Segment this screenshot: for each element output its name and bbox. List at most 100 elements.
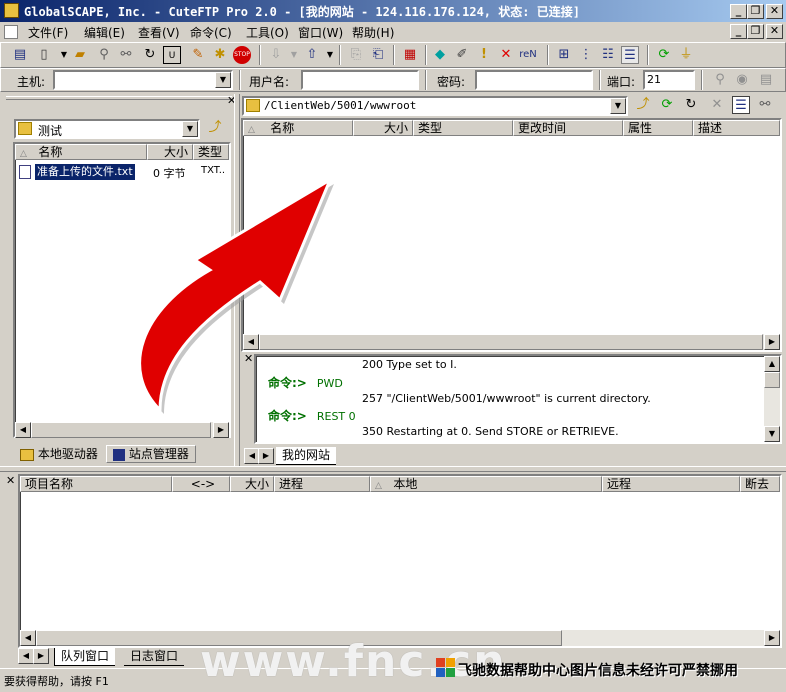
local-up-folder-icon[interactable]: ⤴ xyxy=(206,119,224,137)
inner-close-button[interactable]: ✕ xyxy=(766,24,783,39)
scroll-right-icon[interactable]: ▶ xyxy=(213,422,229,438)
upload-icon[interactable]: ⇧ xyxy=(303,46,321,64)
remote-col-description[interactable]: 描述 xyxy=(693,120,780,136)
scroll-left-icon[interactable]: ◀ xyxy=(20,630,36,646)
password-input[interactable] xyxy=(475,70,593,90)
menu-view[interactable]: 查看(V) xyxy=(138,24,180,41)
large-icons-icon[interactable]: ⊞ xyxy=(555,46,573,64)
filter-icon[interactable]: ⏚ xyxy=(677,46,695,64)
scroll-left-icon[interactable]: ◀ xyxy=(15,422,31,438)
tab-log-window[interactable]: 日志窗口 xyxy=(124,648,185,666)
download-dropdown-icon[interactable]: ▼ xyxy=(285,46,303,64)
remote-stop-icon[interactable]: ✕ xyxy=(708,96,726,114)
scroll-down-icon[interactable]: ▼ xyxy=(764,426,780,442)
reconnect-icon[interactable]: ↻ xyxy=(141,46,159,64)
erase-icon[interactable]: ◆ xyxy=(431,46,449,64)
close-button[interactable]: ✕ xyxy=(766,4,783,19)
queue-tabs-right-icon[interactable]: ▶ xyxy=(33,648,49,664)
local-col-type[interactable]: 类型 xyxy=(193,144,229,160)
remote-col-size[interactable]: 大小 xyxy=(353,120,413,136)
port-input[interactable]: 21 xyxy=(643,70,695,90)
menu-help[interactable]: 帮助(H) xyxy=(352,24,394,41)
local-folder-dropdown-icon[interactable]: ▼ xyxy=(182,121,198,137)
stop-icon[interactable]: STOP xyxy=(233,46,251,64)
transfer-icon[interactable]: ✱ xyxy=(211,46,229,64)
tab-local-drives[interactable]: 本地驱动器 xyxy=(14,446,104,464)
quick-site-icon[interactable]: ▤ xyxy=(757,71,775,89)
menu-edit[interactable]: 编辑(E) xyxy=(84,24,125,41)
remote-disconnect-icon[interactable]: ⚯ xyxy=(756,96,774,114)
log-vscroll-thumb[interactable] xyxy=(764,372,780,388)
remote-view-icon[interactable]: ☰ xyxy=(732,96,750,114)
remote-col-modified[interactable]: 更改时间 xyxy=(513,120,623,136)
details-view-icon[interactable]: ☰ xyxy=(621,46,639,64)
delete-icon[interactable]: ✕ xyxy=(497,46,515,64)
rename-icon[interactable]: ✐ xyxy=(453,46,471,64)
remote-col-type[interactable]: 类型 xyxy=(413,120,513,136)
open-folder-icon[interactable]: ▰ xyxy=(71,46,89,64)
queue-col-item[interactable]: 项目名称 xyxy=(20,476,172,492)
queue-col-direction[interactable]: <-> xyxy=(172,476,230,492)
inner-restore-button[interactable]: ❐ xyxy=(747,24,764,39)
new-icon[interactable]: ▯ xyxy=(35,46,53,64)
remote-col-attributes[interactable]: 属性 xyxy=(623,120,693,136)
menu-command[interactable]: 命令(C) xyxy=(190,24,232,41)
minimize-button[interactable]: _ xyxy=(730,4,747,19)
upload-dropdown-icon[interactable]: ▼ xyxy=(321,46,339,64)
local-col-name[interactable]: △ 名称 xyxy=(15,144,147,160)
scroll-right-icon[interactable]: ▶ xyxy=(764,334,780,350)
queue-col-progress[interactable]: 进程 xyxy=(274,476,370,492)
tab-site-manager[interactable]: 站点管理器 xyxy=(106,445,196,463)
remote-up-folder-icon[interactable]: ⤴ xyxy=(634,96,652,114)
menu-tools[interactable]: 工具(O) xyxy=(246,24,289,41)
rename-ren-icon[interactable]: reN xyxy=(519,46,537,64)
scroll-up-icon[interactable]: ▲ xyxy=(764,356,780,372)
queue-list[interactable]: 项目名称 <-> 大小 进程 △ 本地 远程 断去 ◀ ▶ xyxy=(18,474,782,648)
queue-col-local[interactable]: △ 本地 xyxy=(370,476,602,492)
document-icon[interactable] xyxy=(4,25,18,39)
queue-col-size[interactable]: 大小 xyxy=(230,476,274,492)
local-folder-combo[interactable]: 测试 ▼ xyxy=(14,119,200,139)
quick-disconnect-icon[interactable]: ◉ xyxy=(733,71,751,89)
exclamation-icon[interactable]: ! xyxy=(475,46,493,64)
remote-path-dropdown-icon[interactable]: ▼ xyxy=(610,98,626,114)
paste-icon[interactable]: ⎗ xyxy=(369,46,387,64)
queue-tabs-left-icon[interactable]: ◀ xyxy=(18,648,34,664)
quick-connect-icon[interactable]: ⚲ xyxy=(711,71,729,89)
tabs-scroll-right-icon[interactable]: ▶ xyxy=(258,448,274,464)
username-input[interactable] xyxy=(301,70,419,90)
queue-col-status[interactable]: 断去 xyxy=(740,476,780,492)
local-hscroll[interactable]: ◀ ▶ xyxy=(15,422,229,438)
local-pane-gripper[interactable] xyxy=(6,96,232,100)
disconnect-icon[interactable]: ⚯ xyxy=(117,46,135,64)
local-hscroll-thumb[interactable] xyxy=(31,422,211,438)
host-input[interactable]: ▼ xyxy=(53,70,233,90)
tab-my-site[interactable]: 我的网站 xyxy=(276,447,337,465)
remote-reconnect-icon[interactable]: ↻ xyxy=(682,96,700,114)
menu-window[interactable]: 窗口(W) xyxy=(298,24,343,41)
app-icon[interactable] xyxy=(4,3,19,18)
refresh-icon[interactable]: ⟳ xyxy=(655,46,673,64)
connect-icon[interactable]: ⚲ xyxy=(95,46,113,64)
list-view-icon[interactable]: ☷ xyxy=(599,46,617,64)
queue-close-icon[interactable]: ✕ xyxy=(6,474,15,487)
view-file-icon[interactable]: ▦ xyxy=(401,46,419,64)
inner-minimize-button[interactable]: _ xyxy=(730,24,747,39)
site-manager-icon[interactable]: ▤ xyxy=(11,46,29,64)
remote-col-name[interactable]: △ 名称 xyxy=(243,120,353,136)
url-icon[interactable]: U xyxy=(163,46,181,64)
remote-path-combo[interactable]: /ClientWeb/5001/wwwroot ▼ xyxy=(242,96,628,116)
download-icon[interactable]: ⇩ xyxy=(267,46,285,64)
local-col-size[interactable]: 大小 xyxy=(147,144,193,160)
host-dropdown-icon[interactable]: ▼ xyxy=(215,72,231,88)
horizontal-splitter[interactable] xyxy=(0,466,786,472)
restore-button[interactable]: ❐ xyxy=(747,4,764,19)
queue-col-remote[interactable]: 远程 xyxy=(602,476,740,492)
edit-icon[interactable]: ✎ xyxy=(189,46,207,64)
small-icons-icon[interactable]: ⋮ xyxy=(577,46,595,64)
menu-file[interactable]: 文件(F) xyxy=(28,24,68,41)
log-vscroll[interactable]: ▲ ▼ xyxy=(764,356,780,442)
scroll-right-icon[interactable]: ▶ xyxy=(764,630,780,646)
tab-queue-window[interactable]: 队列窗口 xyxy=(54,648,116,666)
remote-refresh-icon[interactable]: ⟳ xyxy=(658,96,676,114)
